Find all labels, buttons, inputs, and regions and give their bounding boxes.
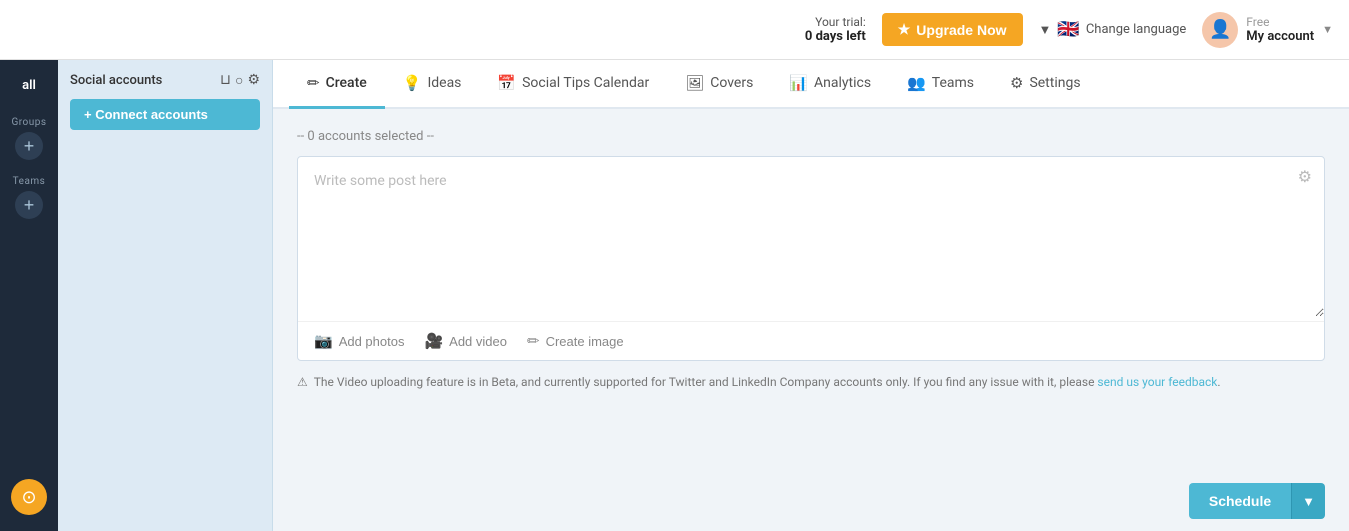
sidebar: all Groups + Teams + ⊙ xyxy=(0,60,58,531)
sidebar-groups-label: Groups xyxy=(11,117,46,128)
account-info: Free My account xyxy=(1246,15,1314,44)
analytics-icon: 📊 xyxy=(789,74,808,92)
trial-label: Your trial: xyxy=(805,15,866,29)
account-name: My account xyxy=(1246,29,1314,44)
search-icon[interactable]: ○ xyxy=(235,72,243,89)
tab-navigation: ✏ Create 💡 Ideas 📅 Social Tips Calendar … xyxy=(273,60,1349,109)
covers-icon: 🖼 xyxy=(685,74,704,92)
tab-social-tips-label: Social Tips Calendar xyxy=(522,75,649,91)
tab-covers[interactable]: 🖼 Covers xyxy=(667,60,771,109)
bottom-bar: Schedule ▼ xyxy=(273,471,1349,531)
add-group-button[interactable]: + xyxy=(15,132,43,160)
help-button[interactable]: ⊙ xyxy=(11,479,47,515)
schedule-dropdown-button[interactable]: ▼ xyxy=(1291,483,1325,519)
calendar-icon: 📅 xyxy=(497,74,516,92)
accounts-header-icons: ⊔ ○ ⚙ xyxy=(220,72,260,89)
tab-covers-label: Covers xyxy=(710,75,753,91)
tab-social-tips[interactable]: 📅 Social Tips Calendar xyxy=(479,60,667,109)
create-image-label: Create image xyxy=(546,334,624,349)
pencil-icon: ✏ xyxy=(527,332,540,350)
sidebar-groups-section: Groups + xyxy=(0,117,58,160)
create-icon: ✏ xyxy=(307,74,320,92)
create-image-button[interactable]: ✏ Create image xyxy=(527,332,624,350)
camera-icon: 📷 xyxy=(314,332,333,350)
plus-icon: + xyxy=(24,137,35,155)
tab-settings-label: Settings xyxy=(1029,75,1080,91)
tab-analytics-label: Analytics xyxy=(814,75,871,91)
tab-teams[interactable]: 👥 Teams xyxy=(889,60,992,109)
connect-accounts-button[interactable]: + Connect accounts xyxy=(70,99,260,130)
trial-days: 0 days left xyxy=(805,29,866,44)
post-gear-icon[interactable]: ⚙ xyxy=(1298,167,1312,186)
upgrade-label: Upgrade Now xyxy=(916,22,1006,38)
avatar: 👤 xyxy=(1202,12,1238,48)
chevron-left-icon: ▼ xyxy=(1039,22,1052,38)
flag-icon: 🇬🇧 xyxy=(1057,19,1079,40)
connect-label: + Connect accounts xyxy=(84,107,208,122)
sidebar-footer: ⊙ xyxy=(11,479,47,515)
add-video-button[interactable]: 🎥 Add video xyxy=(424,332,507,350)
tab-settings[interactable]: ⚙ Settings xyxy=(992,60,1099,109)
accounts-panel: Social accounts ⊔ ○ ⚙ + Connect accounts xyxy=(58,60,273,531)
plus-icon: + xyxy=(24,196,35,214)
tab-teams-label: Teams xyxy=(932,75,974,91)
add-team-button[interactable]: + xyxy=(15,191,43,219)
add-photos-button[interactable]: 📷 Add photos xyxy=(314,332,404,350)
account-tier: Free xyxy=(1246,15,1314,29)
post-editor: ⚙ 📷 Add photos 🎥 Add video ✏ Create imag… xyxy=(297,156,1325,361)
accounts-selected: -- 0 accounts selected -- xyxy=(297,129,1325,144)
help-icon: ⊙ xyxy=(21,487,36,508)
language-change[interactable]: ▼ 🇬🇧 Change language xyxy=(1039,19,1187,40)
link-icon[interactable]: ⊔ xyxy=(220,72,231,89)
beta-text: The Video uploading feature is in Beta, … xyxy=(314,375,1221,389)
gear-icon[interactable]: ⚙ xyxy=(247,72,260,89)
post-actions: 📷 Add photos 🎥 Add video ✏ Create image xyxy=(298,321,1324,360)
ideas-icon: 💡 xyxy=(403,74,422,92)
main-layout: all Groups + Teams + ⊙ Social accounts ⊔… xyxy=(0,60,1349,531)
warning-icon: ⚠ xyxy=(297,375,308,389)
accounts-header-label: Social accounts xyxy=(70,73,162,88)
lang-label: Change language xyxy=(1086,22,1186,37)
teams-icon: 👥 xyxy=(907,74,926,92)
add-photos-label: Add photos xyxy=(339,334,405,349)
schedule-group: Schedule ▼ xyxy=(1189,483,1325,519)
upgrade-button[interactable]: ★ Upgrade Now xyxy=(882,13,1023,46)
video-icon: 🎥 xyxy=(424,332,443,350)
trial-info: Your trial: 0 days left xyxy=(805,15,866,44)
beta-feedback-link[interactable]: send us your feedback xyxy=(1097,375,1217,389)
sidebar-teams-label: Teams xyxy=(13,176,46,187)
sidebar-all[interactable]: all xyxy=(0,70,58,101)
schedule-chevron-icon: ▼ xyxy=(1302,494,1315,509)
main-content: ✏ Create 💡 Ideas 📅 Social Tips Calendar … xyxy=(273,60,1349,531)
tab-ideas[interactable]: 💡 Ideas xyxy=(385,60,480,109)
content-area: -- 0 accounts selected -- ⚙ 📷 Add photos… xyxy=(273,109,1349,471)
top-bar: Your trial: 0 days left ★ Upgrade Now ▼ … xyxy=(0,0,1349,60)
tab-create[interactable]: ✏ Create xyxy=(289,60,385,109)
tab-create-label: Create xyxy=(326,75,367,91)
tab-analytics[interactable]: 📊 Analytics xyxy=(771,60,889,109)
add-video-label: Add video xyxy=(449,334,507,349)
chevron-down-icon: ▼ xyxy=(1322,23,1333,36)
beta-notice: ⚠ The Video uploading feature is in Beta… xyxy=(297,375,1325,389)
post-textarea[interactable] xyxy=(298,157,1324,317)
settings-icon: ⚙ xyxy=(1010,74,1023,92)
star-icon: ★ xyxy=(898,21,911,38)
accounts-header: Social accounts ⊔ ○ ⚙ xyxy=(70,72,260,89)
sidebar-teams-section: Teams + xyxy=(0,176,58,219)
tab-ideas-label: Ideas xyxy=(427,75,461,91)
schedule-button[interactable]: Schedule xyxy=(1189,483,1291,519)
account-area[interactable]: 👤 Free My account ▼ xyxy=(1202,12,1333,48)
